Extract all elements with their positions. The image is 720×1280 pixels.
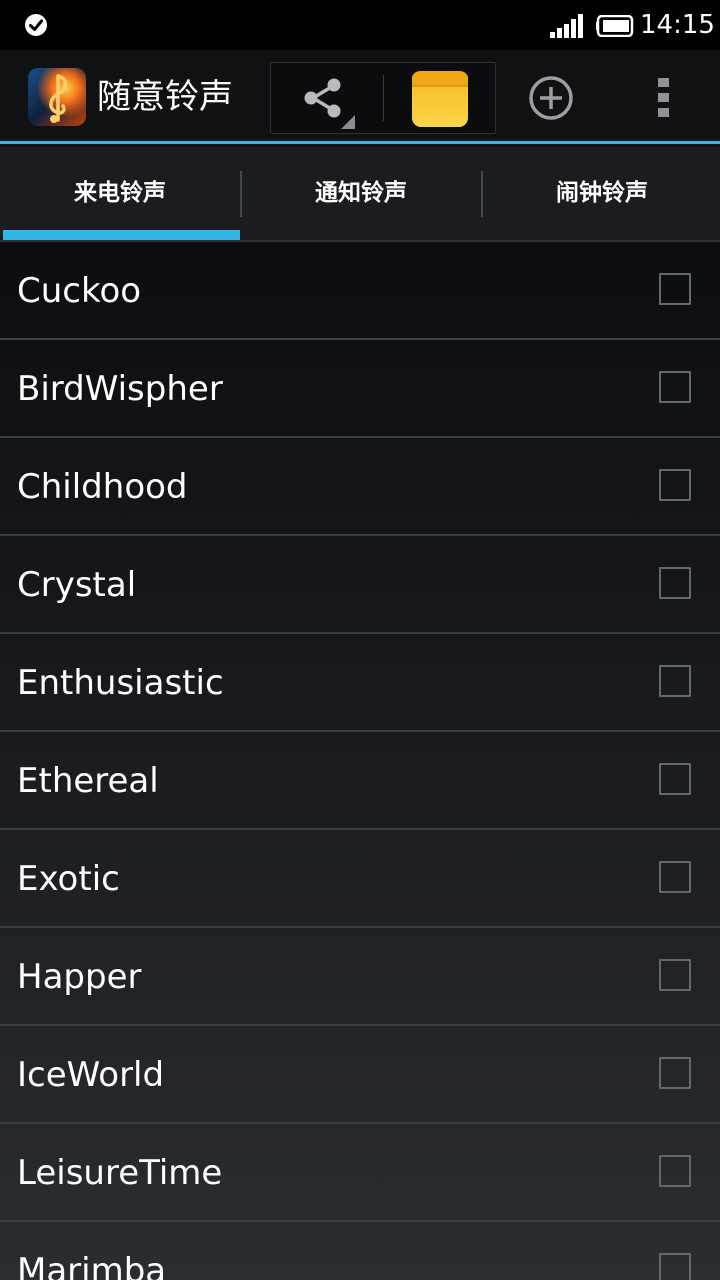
ringtone-checkbox[interactable] (659, 567, 691, 599)
tab-bar: 来电铃声 通知铃声 闹钟铃声 (0, 147, 720, 242)
list-item[interactable]: Ethereal (0, 732, 720, 830)
ringtone-checkbox[interactable] (659, 273, 691, 305)
add-button[interactable] (522, 72, 580, 124)
status-bar: 14:15 (0, 0, 720, 50)
ringtone-checkbox[interactable] (659, 1057, 691, 1089)
list-item[interactable]: LeisureTime (0, 1124, 720, 1222)
tab-incoming-call[interactable]: 来电铃声 (0, 147, 240, 240)
ringtone-checkbox[interactable] (659, 861, 691, 893)
signal-icon (550, 14, 583, 38)
list-item[interactable]: IceWorld (0, 1026, 720, 1124)
tab-label: 通知铃声 (315, 180, 407, 206)
ringtone-name: IceWorld (17, 1055, 165, 1095)
list-item[interactable]: BirdWispher (0, 340, 720, 438)
tab-label: 闹钟铃声 (556, 180, 648, 206)
check-circle-icon (25, 14, 47, 36)
list-item[interactable]: Crystal (0, 536, 720, 634)
list-item[interactable]: Exotic (0, 830, 720, 928)
ringtone-checkbox[interactable] (659, 469, 691, 501)
ringtone-name: Enthusiastic (17, 663, 224, 703)
notes-icon (412, 71, 468, 127)
notes-button[interactable] (391, 63, 495, 133)
ringtone-name: BirdWispher (17, 369, 223, 409)
app-title: 随意铃声 (97, 77, 233, 117)
ringtone-checkbox[interactable] (659, 1155, 691, 1187)
ringtone-name: Happer (17, 957, 142, 997)
overflow-menu-icon (658, 78, 669, 87)
ringtone-name: Ethereal (17, 761, 159, 801)
overflow-menu-icon (658, 93, 669, 102)
ringtone-list: Cuckoo BirdWispher Childhood Crystal Ent… (0, 242, 720, 1280)
list-item[interactable]: Childhood (0, 438, 720, 536)
ringtone-checkbox[interactable] (659, 665, 691, 697)
tab-notification[interactable]: 通知铃声 (241, 147, 481, 240)
ringtone-name: Marimba (17, 1251, 167, 1280)
tab-selected-indicator (3, 230, 240, 240)
music-note-flame-icon[interactable] (28, 68, 86, 126)
list-item[interactable]: Marimba (0, 1222, 720, 1280)
list-item[interactable]: Cuckoo (0, 242, 720, 340)
ringtone-name: Childhood (17, 467, 188, 507)
list-item[interactable]: Enthusiastic (0, 634, 720, 732)
tab-label: 来电铃声 (74, 180, 166, 206)
ringtone-checkbox[interactable] (659, 371, 691, 403)
action-divider (383, 75, 384, 121)
action-bar: 随意铃声 (0, 50, 720, 144)
share-button[interactable] (271, 63, 381, 133)
status-time: 14:15 (640, 10, 715, 40)
tab-alarm[interactable]: 闹钟铃声 (482, 147, 720, 240)
battery-icon (596, 15, 634, 37)
overflow-menu-icon (658, 108, 669, 117)
ringtone-checkbox[interactable] (659, 1253, 691, 1280)
ringtone-name: Crystal (17, 565, 137, 605)
add-circle-icon (529, 76, 573, 120)
ringtone-name: LeisureTime (17, 1153, 223, 1193)
ringtone-checkbox[interactable] (659, 763, 691, 795)
dropdown-corner-icon (341, 115, 355, 129)
action-group (270, 62, 496, 134)
share-icon (304, 78, 341, 118)
ringtone-name: Cuckoo (17, 271, 142, 311)
overflow-menu-button[interactable] (640, 72, 688, 124)
ringtone-name: Exotic (17, 859, 120, 899)
list-item[interactable]: Happer (0, 928, 720, 1026)
ringtone-checkbox[interactable] (659, 959, 691, 991)
